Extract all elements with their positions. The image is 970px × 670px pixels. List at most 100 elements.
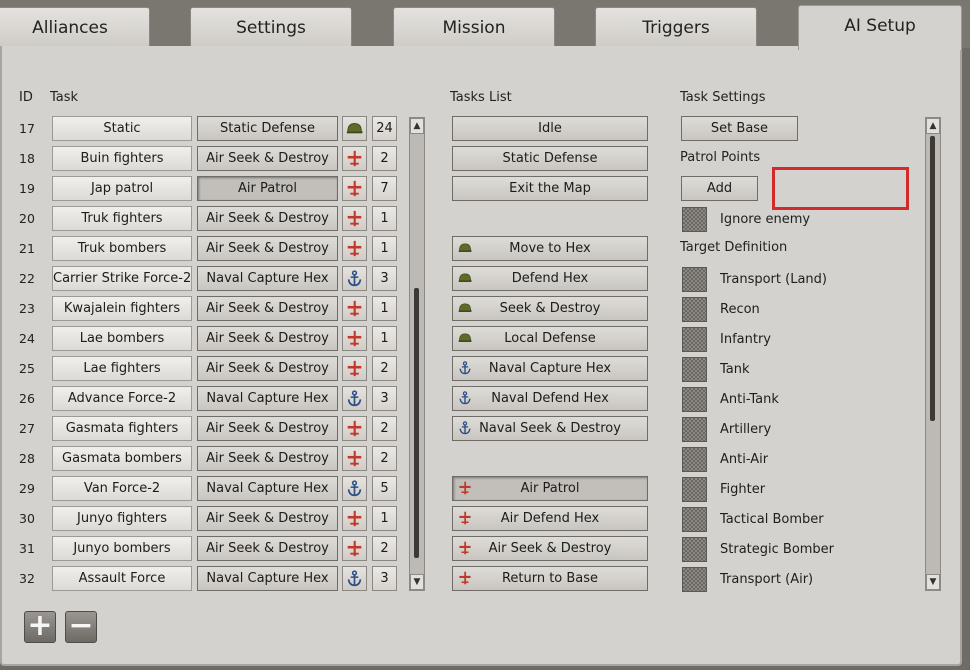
task-name-button[interactable]: Carrier Strike Force-2: [52, 266, 192, 291]
task-type-button[interactable]: Air Patrol: [197, 176, 338, 201]
task-type-button[interactable]: Air Seek & Destroy: [197, 296, 338, 321]
task-name-button[interactable]: Lae fighters: [52, 356, 192, 381]
target-checkbox[interactable]: [682, 327, 707, 352]
task-name-button[interactable]: Advance Force-2: [52, 386, 192, 411]
task-type-button[interactable]: Air Seek & Destroy: [197, 236, 338, 261]
target-checkbox[interactable]: [682, 507, 707, 532]
plane-icon: [342, 206, 367, 231]
task-list-button[interactable]: Idle: [452, 116, 648, 141]
tab-settings[interactable]: Settings: [190, 7, 352, 47]
task-list-button[interactable]: Static Defense: [452, 146, 648, 171]
task-name-button[interactable]: Buin fighters: [52, 146, 192, 171]
task-name-button[interactable]: Junyo fighters: [52, 506, 192, 531]
task-type-button[interactable]: Air Seek & Destroy: [197, 206, 338, 231]
target-checkbox[interactable]: [682, 447, 707, 472]
task-name-button[interactable]: Junyo bombers: [52, 536, 192, 561]
task-list-button[interactable]: Air Defend Hex: [452, 506, 648, 531]
scroll-up-arrow-icon[interactable]: ▲: [410, 118, 424, 134]
task-list-button[interactable]: Exit the Map: [452, 176, 648, 201]
target-checkbox[interactable]: [682, 297, 707, 322]
task-list-label: Seek & Destroy: [499, 301, 601, 316]
row-id: 25: [19, 361, 35, 376]
task-list-label: Defend Hex: [511, 271, 589, 286]
target-checkbox[interactable]: [682, 387, 707, 412]
task-name-button[interactable]: Assault Force: [52, 566, 192, 591]
task-type-button[interactable]: Air Seek & Destroy: [197, 416, 338, 441]
task-type-button[interactable]: Naval Capture Hex: [197, 266, 338, 291]
remove-task-button[interactable]: −: [65, 611, 97, 643]
task-list-button[interactable]: Defend Hex: [452, 266, 648, 291]
task-list-button[interactable]: Air Seek & Destroy: [452, 536, 648, 561]
tab-mission[interactable]: Mission: [393, 7, 555, 47]
target-checkbox[interactable]: [682, 357, 707, 382]
unit-count: 7: [372, 176, 397, 201]
target-definition-label: Target Definition: [680, 240, 788, 255]
target-checkbox[interactable]: [682, 417, 707, 442]
task-settings-scrollbar[interactable]: ▲ ▼: [925, 117, 941, 591]
unit-count: 3: [372, 266, 397, 291]
task-list-label: Air Defend Hex: [500, 511, 600, 526]
task-name-button[interactable]: Static: [52, 116, 192, 141]
task-name-button[interactable]: Kwajalein fighters: [52, 296, 192, 321]
unit-count: 1: [372, 206, 397, 231]
task-type-button[interactable]: Air Seek & Destroy: [197, 506, 338, 531]
task-name-button[interactable]: Gasmata bombers: [52, 446, 192, 471]
task-name-button[interactable]: Gasmata fighters: [52, 416, 192, 441]
task-type-button[interactable]: Air Seek & Destroy: [197, 326, 338, 351]
task-name-button[interactable]: Truk fighters: [52, 206, 192, 231]
task-type-button[interactable]: Air Seek & Destroy: [197, 146, 338, 171]
task-list-button[interactable]: Air Patrol: [452, 476, 648, 501]
row-id: 32: [19, 571, 35, 586]
row-id: 18: [19, 151, 35, 166]
task-list-button[interactable]: Move to Hex: [452, 236, 648, 261]
task-name-button[interactable]: Van Force-2: [52, 476, 192, 501]
unit-count: 24: [372, 116, 397, 141]
add-patrol-point-button[interactable]: Add: [681, 176, 758, 201]
plane-icon: [342, 416, 367, 441]
task-name-button[interactable]: Jap patrol: [52, 176, 192, 201]
scroll-thumb[interactable]: [930, 136, 935, 421]
target-checkbox[interactable]: [682, 267, 707, 292]
target-label: Transport (Air): [720, 572, 814, 587]
task-list-button[interactable]: Local Defense: [452, 326, 648, 351]
scroll-down-arrow-icon[interactable]: ▼: [926, 574, 940, 590]
task-list-button[interactable]: Naval Defend Hex: [452, 386, 648, 411]
task-type-button[interactable]: Naval Capture Hex: [197, 476, 338, 501]
plane-icon: [342, 356, 367, 381]
task-type-button[interactable]: Air Seek & Destroy: [197, 536, 338, 561]
task-type-button[interactable]: Naval Capture Hex: [197, 566, 338, 591]
task-list-button[interactable]: Naval Capture Hex: [452, 356, 648, 381]
scroll-thumb[interactable]: [414, 288, 419, 558]
task-type-button[interactable]: Naval Capture Hex: [197, 386, 338, 411]
task-name-button[interactable]: Lae bombers: [52, 326, 192, 351]
row-id: 20: [19, 211, 35, 226]
tab-ai-setup[interactable]: AI Setup: [798, 5, 962, 50]
tab-alliances[interactable]: Alliances: [0, 7, 150, 47]
ignore-enemy-checkbox[interactable]: [682, 207, 707, 232]
row-id: 24: [19, 331, 35, 346]
target-checkbox[interactable]: [682, 537, 707, 562]
task-list-label: Air Patrol: [520, 481, 580, 496]
plane-icon: [342, 446, 367, 471]
unit-count: 1: [372, 506, 397, 531]
task-type-button[interactable]: Air Seek & Destroy: [197, 446, 338, 471]
task-name-button[interactable]: Truk bombers: [52, 236, 192, 261]
tab-triggers[interactable]: Triggers: [595, 7, 757, 47]
add-task-button[interactable]: +: [24, 611, 56, 643]
task-table-scrollbar[interactable]: ▲ ▼: [409, 117, 425, 591]
scroll-up-arrow-icon[interactable]: ▲: [926, 118, 940, 134]
row-id: 17: [19, 121, 35, 136]
task-list-button[interactable]: Seek & Destroy: [452, 296, 648, 321]
set-base-button[interactable]: Set Base: [681, 116, 798, 141]
task-type-button[interactable]: Static Defense: [197, 116, 338, 141]
task-list-button[interactable]: Return to Base: [452, 566, 648, 591]
task-type-button[interactable]: Air Seek & Destroy: [197, 356, 338, 381]
target-label: Fighter: [720, 482, 766, 497]
target-checkbox[interactable]: [682, 567, 707, 592]
unit-count: 3: [372, 566, 397, 591]
patrol-points-label: Patrol Points: [680, 150, 761, 165]
row-id: 31: [19, 541, 35, 556]
target-checkbox[interactable]: [682, 477, 707, 502]
scroll-down-arrow-icon[interactable]: ▼: [410, 574, 424, 590]
task-list-button[interactable]: Naval Seek & Destroy: [452, 416, 648, 441]
